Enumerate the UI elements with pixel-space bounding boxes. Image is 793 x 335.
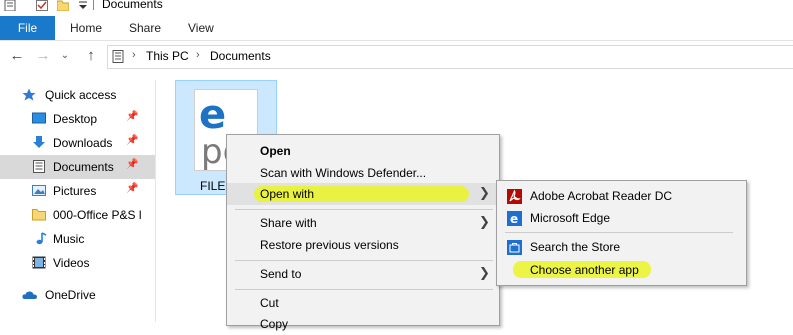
nav-item-quick-access[interactable]: Quick access [0, 83, 155, 107]
pin-icon[interactable]: 📌 [126, 183, 138, 194]
menu-item-label: Copy [260, 317, 289, 331]
properties-icon[interactable] [4, 0, 16, 12]
forward-arrow-icon[interactable]: → [34, 45, 52, 67]
music-note-icon [34, 232, 48, 245]
nav-item-desktop[interactable]: Desktop 📌 [0, 107, 155, 131]
breadcrumb-separator[interactable]: › [196, 49, 200, 61]
menu-item-label: Open with [260, 187, 315, 201]
menu-item-send-to[interactable]: Send to ❯ [227, 263, 499, 285]
menu-item-copy[interactable]: Copy [227, 313, 499, 335]
address-bar[interactable]: › This PC › Documents [107, 45, 793, 69]
store-icon [507, 240, 522, 258]
nav-item-pictures[interactable]: Pictures 📌 [0, 179, 155, 203]
folder-icon [32, 208, 46, 221]
menu-item-open[interactable]: Open [227, 140, 499, 162]
folder-icon[interactable] [56, 0, 70, 12]
svg-text:e: e [510, 212, 518, 226]
menu-item-label: Share with [260, 216, 317, 230]
nav-item-downloads[interactable]: Downloads 📌 [0, 131, 155, 155]
up-arrow-icon[interactable]: ↑ [82, 45, 100, 67]
tab-file[interactable]: File [0, 16, 55, 40]
context-menu: Open Scan with Windows Defender... Open … [226, 134, 500, 331]
navigation-pane: Quick access Desktop 📌 Downloads 📌 Docum… [0, 80, 156, 322]
nav-label: Music [53, 232, 85, 246]
cloud-icon [22, 288, 37, 301]
menu-separator [505, 232, 733, 233]
submenu-item-acrobat[interactable]: Adobe Acrobat Reader DC [497, 185, 746, 207]
submenu-item-label: Microsoft Edge [530, 211, 611, 225]
title-separator [93, 0, 94, 10]
download-arrow-icon [32, 136, 46, 149]
window-title: Documents [102, 0, 163, 11]
menu-item-cut[interactable]: Cut [227, 292, 499, 314]
edge-icon: e [507, 211, 522, 229]
checkbox-icon[interactable] [36, 0, 48, 11]
nav-label: 000-Office P&S l [53, 208, 142, 222]
menu-separator [235, 260, 493, 261]
film-strip-icon [32, 256, 46, 269]
this-pc-icon [112, 50, 124, 66]
submenu-item-label: Adobe Acrobat Reader DC [530, 189, 673, 203]
pictures-icon [32, 184, 46, 197]
menu-item-label: Scan with Windows Defender... [260, 166, 427, 180]
nav-label: Desktop [53, 112, 98, 126]
menu-item-share-with[interactable]: Share with ❯ [227, 212, 499, 234]
menu-item-label: Restore previous versions [260, 238, 399, 252]
open-with-submenu: Adobe Acrobat Reader DC e Microsoft Edge… [496, 180, 747, 286]
pin-icon[interactable]: 📌 [126, 159, 138, 170]
star-icon [22, 88, 36, 101]
nav-label: Quick access [45, 88, 117, 102]
menu-item-scan-defender[interactable]: Scan with Windows Defender... [227, 162, 499, 184]
recent-locations-chevron-icon[interactable]: ⌄ [56, 45, 74, 67]
acrobat-icon [507, 189, 522, 207]
breadcrumb-separator[interactable]: › [132, 49, 136, 61]
submenu-arrow-icon: ❯ [479, 185, 490, 200]
tab-view[interactable]: View [188, 16, 214, 40]
pin-icon[interactable]: 📌 [126, 135, 138, 146]
navigation-bar: ← → ⌄ ↑ › This PC › Documents [0, 41, 793, 71]
submenu-arrow-icon: ❯ [479, 214, 490, 229]
nav-item-onedrive[interactable]: OneDrive [0, 283, 155, 307]
menu-item-label: Send to [260, 267, 302, 281]
nav-label: Pictures [53, 184, 97, 198]
nav-label: Downloads [53, 136, 113, 150]
submenu-item-label: Choose another app [530, 263, 639, 277]
menu-item-label: Open [260, 144, 291, 158]
tab-share[interactable]: Share [129, 16, 161, 40]
submenu-item-choose-another-app[interactable]: Choose another app [497, 259, 746, 281]
nav-item-office-folder[interactable]: 000-Office P&S l [0, 203, 155, 227]
title-bar: Documents [0, 0, 793, 14]
submenu-item-label: Search the Store [530, 240, 621, 254]
nav-item-videos[interactable]: Videos [0, 251, 155, 275]
desktop-icon [32, 112, 46, 125]
submenu-item-edge[interactable]: e Microsoft Edge [497, 207, 746, 229]
ribbon-tabs: File Home Share View [0, 16, 793, 41]
documents-icon [32, 160, 46, 173]
menu-item-restore-versions[interactable]: Restore previous versions [227, 234, 499, 256]
tab-home[interactable]: Home [70, 16, 102, 40]
menu-separator [235, 209, 493, 210]
qat-dropdown-icon[interactable] [77, 0, 89, 11]
nav-label: OneDrive [45, 288, 96, 302]
nav-item-music[interactable]: Music [0, 227, 155, 251]
nav-label: Documents [53, 160, 114, 174]
pin-icon[interactable]: 📌 [126, 111, 138, 122]
nav-item-documents[interactable]: Documents 📌 [0, 155, 155, 179]
menu-item-label: Cut [260, 296, 279, 310]
menu-item-open-with[interactable]: Open with ❯ [227, 183, 499, 205]
back-arrow-icon[interactable]: ← [8, 45, 26, 67]
nav-label: Videos [53, 256, 90, 270]
submenu-arrow-icon: ❯ [479, 265, 490, 280]
breadcrumb-documents[interactable]: Documents [210, 49, 271, 63]
submenu-item-search-store[interactable]: Search the Store [497, 236, 746, 258]
menu-separator [235, 289, 493, 290]
breadcrumb-this-pc[interactable]: This PC [146, 49, 189, 63]
